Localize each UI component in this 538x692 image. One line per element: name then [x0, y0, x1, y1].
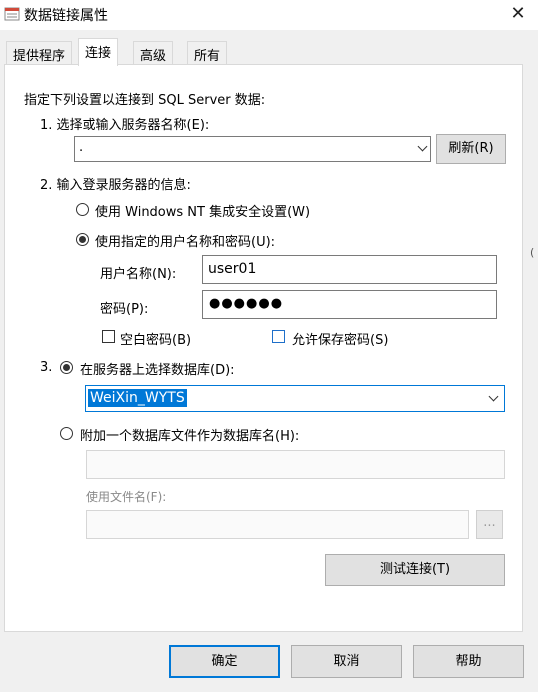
data-link-icon [4, 6, 20, 22]
attach-file-radio[interactable] [60, 427, 73, 440]
close-icon[interactable]: ✕ [498, 0, 538, 30]
help-button[interactable]: 帮助 [413, 645, 524, 678]
attach-db-name-input[interactable] [86, 450, 505, 479]
database-value: WeiXin_WYTS [88, 389, 187, 407]
user-pass-radio[interactable] [76, 233, 89, 246]
server-name-value: . [79, 140, 84, 155]
intro-text: 指定下列设置以连接到 SQL Server 数据: [24, 93, 266, 108]
nt-auth-radio[interactable] [76, 203, 89, 216]
password-value: ●●●●●● [209, 296, 284, 311]
tab-all[interactable]: 所有 [187, 41, 228, 64]
chevron-down-icon[interactable] [417, 141, 428, 152]
database-combobox[interactable]: WeiXin_WYTS [85, 385, 505, 412]
tab-advanced[interactable]: 高级 [133, 41, 174, 64]
window-title: 数据链接属性 [24, 8, 108, 24]
step3-label: 3. [40, 360, 53, 375]
attach-file-label[interactable]: 附加一个数据库文件作为数据库名(H): [80, 425, 299, 444]
blank-password-checkbox[interactable] [102, 330, 115, 343]
step2-label: 2. 输入登录服务器的信息: [40, 178, 191, 193]
password-label: 密码(P): [100, 302, 149, 317]
cancel-button[interactable]: 取消 [291, 645, 402, 678]
use-filename-label: 使用文件名(F): [86, 490, 167, 504]
username-value: user01 [208, 261, 257, 277]
allow-save-password-label[interactable]: 允许保存密码(S) [292, 329, 388, 348]
allow-save-password-checkbox[interactable] [272, 330, 285, 343]
chevron-down-icon[interactable] [488, 391, 499, 402]
tab-connection[interactable]: 连接 [78, 38, 119, 66]
server-name-combobox[interactable]: . [74, 136, 431, 162]
refresh-button[interactable]: 刷新(R) [436, 134, 506, 164]
nt-auth-label[interactable]: 使用 Windows NT 集成安全设置(W) [95, 201, 310, 220]
user-pass-label[interactable]: 使用指定的用户名称和密码(U): [95, 231, 275, 250]
tab-provider[interactable]: 提供程序 [6, 41, 73, 64]
username-label: 用户名称(N): [100, 267, 177, 282]
select-db-radio[interactable] [60, 361, 73, 374]
title-bar: 数据链接属性 ✕ [0, 0, 538, 30]
filename-input[interactable] [86, 510, 469, 539]
offscreen-edge-fragment: ( [530, 246, 535, 259]
step1-label: 1. 选择或输入服务器名称(E): [40, 118, 210, 133]
browse-button[interactable]: ... [476, 510, 503, 539]
username-input[interactable]: user01 [202, 255, 497, 284]
test-connection-button[interactable]: 测试连接(T) [325, 554, 505, 586]
password-input[interactable]: ●●●●●● [202, 290, 497, 319]
blank-password-label[interactable]: 空白密码(B) [120, 329, 191, 348]
select-db-label[interactable]: 在服务器上选择数据库(D): [80, 359, 235, 378]
ok-button[interactable]: 确定 [169, 645, 280, 678]
